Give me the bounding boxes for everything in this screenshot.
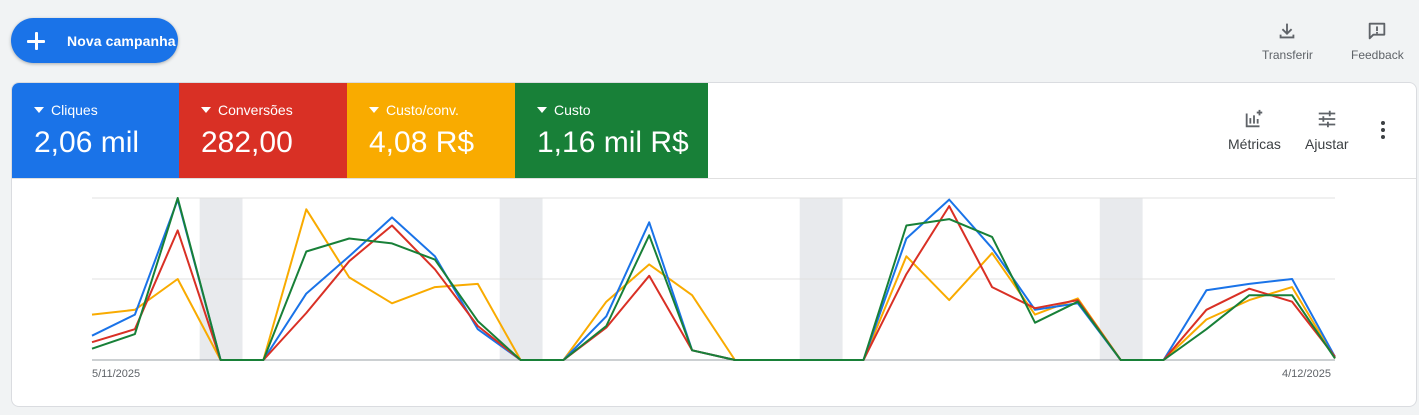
tune-icon xyxy=(1318,110,1336,128)
download-icon xyxy=(1280,23,1295,39)
dropdown-arrow-icon xyxy=(369,107,379,113)
scorecard-cost-label: Custo xyxy=(554,102,591,118)
add-chart-icon xyxy=(1246,109,1263,128)
dropdown-arrow-icon xyxy=(34,107,44,113)
metrics-label: Métricas xyxy=(1228,136,1281,152)
scorecard-cost[interactable]: Custo 1,16 mil R$ xyxy=(515,83,708,178)
x-axis-start-label: 5/11/2025 xyxy=(92,368,141,380)
feedback-icon xyxy=(1369,22,1386,40)
scorecard-conversions-label: Conversões xyxy=(218,102,293,118)
x-axis-end-label: 4/12/2025 xyxy=(1282,368,1331,380)
metrics-button[interactable]: Métricas xyxy=(1228,108,1281,152)
feedback-button[interactable]: Feedback xyxy=(1351,20,1404,62)
series-line-cliques xyxy=(91,198,1336,361)
scorecard-cost-per-conversion[interactable]: Custo/conv. 4,08 R$ xyxy=(347,83,515,178)
scorecard-conversions-value: 282,00 xyxy=(201,126,293,159)
scorecard-conversions[interactable]: Conversões 282,00 xyxy=(179,83,347,178)
line-chart-svg xyxy=(91,197,1336,361)
dropdown-arrow-icon xyxy=(537,107,547,113)
line-chart: 5/11/2025 4/12/2025 xyxy=(12,179,1416,406)
scorecard-clicks-label: Cliques xyxy=(51,102,98,118)
scorecard-cost-per-conversion-value: 4,08 R$ xyxy=(369,126,475,159)
performance-chart-card: Cliques 2,06 mil Conversões 282,00 Custo… xyxy=(11,82,1417,407)
plus-icon xyxy=(25,30,47,52)
download-button[interactable]: Transferir xyxy=(1262,20,1313,62)
scorecard-clicks[interactable]: Cliques 2,06 mil xyxy=(12,83,179,178)
scorecard-cost-value: 1,16 mil R$ xyxy=(537,126,689,159)
new-campaign-label: Nova campanha xyxy=(67,32,176,49)
adjust-label: Ajustar xyxy=(1305,136,1349,152)
adjust-button[interactable]: Ajustar xyxy=(1305,108,1349,152)
new-campaign-button[interactable]: Nova campanha xyxy=(11,18,178,63)
download-label: Transferir xyxy=(1262,48,1313,62)
more-vert-icon[interactable] xyxy=(1373,119,1393,141)
scorecard-cost-per-conversion-label: Custo/conv. xyxy=(386,102,459,118)
dropdown-arrow-icon xyxy=(201,107,211,113)
feedback-label: Feedback xyxy=(1351,48,1404,62)
scorecard-clicks-value: 2,06 mil xyxy=(34,126,140,159)
